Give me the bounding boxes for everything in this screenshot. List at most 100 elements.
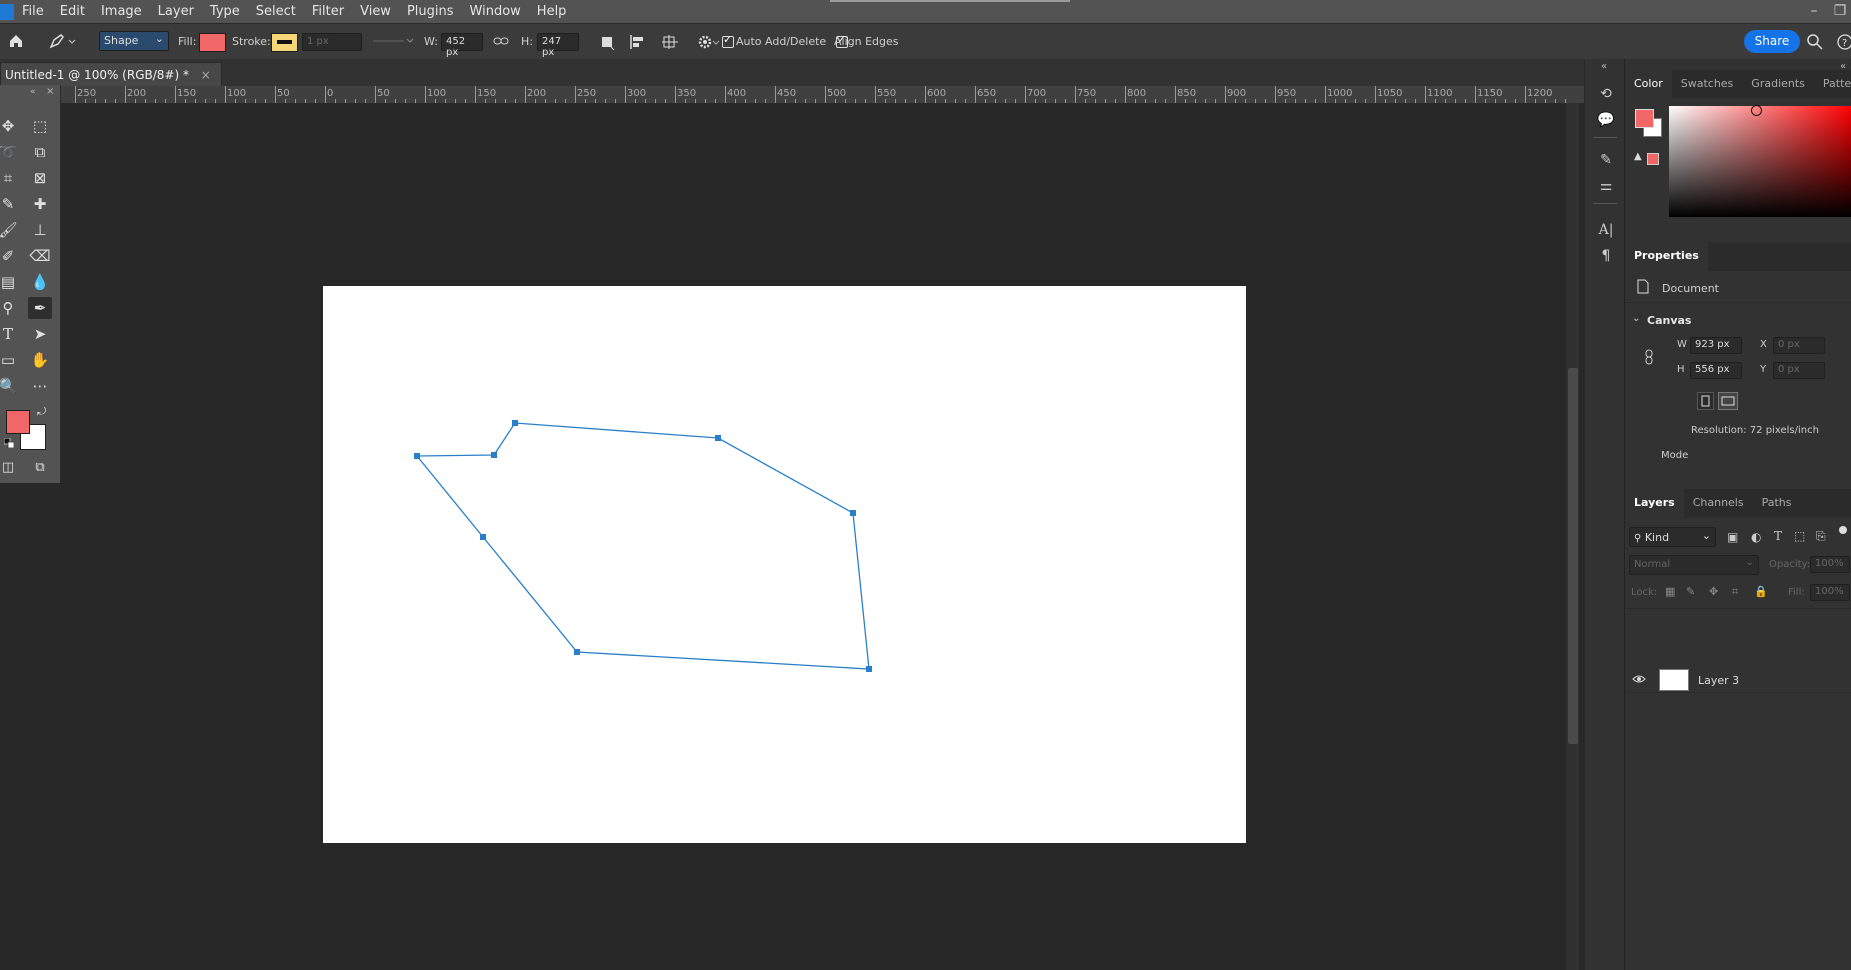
chevron-down-icon[interactable]: ⌄: [1632, 313, 1640, 324]
shape-height-field[interactable]: 247 px: [537, 33, 579, 58]
close-tab-icon[interactable]: ×: [201, 68, 211, 82]
canvas-x-field[interactable]: 0 px: [1773, 337, 1825, 354]
default-colors-icon[interactable]: [3, 437, 15, 449]
type-tool-icon[interactable]: T: [0, 323, 20, 345]
gradient-tool-icon[interactable]: ▤: [0, 271, 20, 293]
comments-panel-icon[interactable]: 💬: [1597, 111, 1615, 129]
pen-tool-preset-icon[interactable]: [48, 32, 78, 50]
menu-filter[interactable]: Filter: [304, 0, 352, 23]
gear-icon[interactable]: [697, 33, 721, 51]
search-icon[interactable]: [1806, 33, 1824, 51]
fill-swatch[interactable]: [199, 33, 226, 52]
menu-view[interactable]: View: [352, 0, 399, 23]
layer-name[interactable]: Layer 3: [1698, 674, 1739, 687]
stroke-swatch[interactable]: [271, 33, 298, 52]
home-icon[interactable]: [7, 32, 25, 50]
tool-mode-select[interactable]: Shape ⌄: [99, 31, 169, 51]
move-tool-icon[interactable]: ✥: [0, 115, 20, 137]
anchor-point[interactable]: [491, 452, 497, 458]
lock-all-icon[interactable]: 🔒: [1754, 585, 1768, 598]
work-path[interactable]: [415, 422, 870, 670]
eyedropper-tool-icon[interactable]: ✎: [0, 193, 20, 215]
collapse-toolbar-icon[interactable]: «: [30, 87, 42, 97]
anchor-point[interactable]: [480, 534, 486, 540]
history-brush-tool-icon[interactable]: ✐: [0, 245, 20, 267]
color-picker-field[interactable]: [1669, 105, 1851, 217]
lock-transparent-icon[interactable]: ▦: [1665, 585, 1675, 598]
lock-artboard-icon[interactable]: ⌗: [1732, 585, 1738, 599]
color-panel-foreground[interactable]: [1635, 109, 1654, 128]
tab-properties[interactable]: Properties: [1625, 242, 1708, 271]
menu-image[interactable]: Image: [93, 0, 150, 23]
zoom-tool-icon[interactable]: 🔍: [0, 375, 20, 397]
blur-tool-icon[interactable]: 💧: [28, 271, 52, 293]
object-selection-tool-icon[interactable]: ⧉: [28, 141, 52, 163]
anchor-point[interactable]: [715, 435, 721, 441]
menu-edit[interactable]: Edit: [52, 0, 93, 23]
anchor-point[interactable]: [414, 453, 420, 459]
help-icon[interactable]: ?: [1836, 33, 1851, 51]
landscape-orientation-icon[interactable]: [1718, 392, 1738, 410]
minimize-icon[interactable]: –: [1800, 0, 1828, 23]
anchor-point[interactable]: [512, 420, 518, 426]
history-panel-icon[interactable]: ⟲: [1597, 85, 1615, 103]
menu-plugins[interactable]: Plugins: [399, 0, 462, 23]
marquee-tool-icon[interactable]: ⬚: [28, 115, 52, 137]
tab-patterns[interactable]: Patterns: [1814, 70, 1851, 98]
opacity-field[interactable]: 100%: [1810, 556, 1850, 573]
shape-width-field[interactable]: 452 px: [441, 33, 483, 58]
hand-tool-icon[interactable]: ✋: [28, 349, 52, 371]
filter-shape-layers-icon[interactable]: ⬚: [1794, 529, 1805, 543]
screen-mode-icon[interactable]: ⧉: [28, 457, 52, 479]
color-picker-cursor[interactable]: [1751, 105, 1762, 116]
tab-channels[interactable]: Channels: [1684, 489, 1753, 518]
layer-row[interactable]: Layer 3: [1625, 668, 1851, 691]
lock-position-icon[interactable]: ✥: [1709, 585, 1718, 598]
menu-type[interactable]: Type: [202, 0, 248, 23]
share-button[interactable]: Share: [1744, 30, 1800, 53]
document-tab[interactable]: Untitled-1 @ 100% (RGB/8#) * ×: [0, 62, 222, 87]
brush-tool-icon[interactable]: 🖌: [0, 219, 20, 241]
menu-select[interactable]: Select: [248, 0, 304, 23]
dodge-tool-icon[interactable]: ⚲: [0, 297, 20, 319]
foreground-color-swatch[interactable]: [6, 410, 30, 434]
portrait-orientation-icon[interactable]: [1697, 392, 1714, 410]
close-toolbar-icon[interactable]: ×: [46, 86, 58, 97]
crop-tool-icon[interactable]: ⌗: [0, 167, 20, 189]
menu-help[interactable]: Help: [529, 0, 575, 23]
pen-path-overlay[interactable]: [323, 286, 1246, 843]
filter-type-layers-icon[interactable]: T: [1774, 529, 1782, 543]
tab-swatches[interactable]: Swatches: [1672, 70, 1743, 98]
adjustments-icon[interactable]: ⚌: [1597, 177, 1615, 195]
filter-toggle-icon[interactable]: [1839, 526, 1847, 534]
anchor-point[interactable]: [866, 666, 872, 672]
tab-gradients[interactable]: Gradients: [1742, 70, 1814, 98]
swap-colors-icon[interactable]: ⤾: [37, 405, 49, 418]
path-operations-icon[interactable]: [598, 33, 616, 51]
restore-icon[interactable]: ❐: [1826, 0, 1851, 23]
auto-add-delete-checkbox[interactable]: [722, 33, 734, 48]
lock-image-icon[interactable]: ✎: [1686, 585, 1695, 598]
eraser-tool-icon[interactable]: ⌫: [28, 245, 52, 267]
rectangle-tool-icon[interactable]: ▭: [0, 349, 20, 371]
layer-kind-filter[interactable]: ⚲ Kind ⌄: [1629, 527, 1716, 547]
more-tools-icon[interactable]: ⋯: [28, 375, 52, 397]
menu-file[interactable]: File: [14, 0, 52, 23]
link-dimensions-icon[interactable]: [1643, 349, 1655, 365]
menu-window[interactable]: Window: [462, 0, 529, 23]
document-canvas[interactable]: [323, 286, 1246, 843]
stroke-type-select[interactable]: [371, 33, 416, 50]
character-panel-icon[interactable]: A|: [1597, 221, 1615, 239]
out-of-gamut-warning-icon[interactable]: ▲: [1634, 151, 1646, 163]
filter-adjustment-layers-icon[interactable]: ◐: [1751, 530, 1761, 544]
scrollbar-thumb[interactable]: [1568, 368, 1578, 744]
anchor-point[interactable]: [574, 649, 580, 655]
menu-layer[interactable]: Layer: [150, 0, 202, 23]
tab-layers[interactable]: Layers: [1625, 489, 1684, 518]
healing-brush-tool-icon[interactable]: ✚: [28, 193, 52, 215]
tab-paths[interactable]: Paths: [1753, 489, 1801, 518]
brush-settings-icon[interactable]: ✎: [1597, 151, 1615, 169]
frame-tool-icon[interactable]: ⊠: [28, 167, 52, 189]
anchor-points[interactable]: [414, 420, 872, 672]
canvas-section-title[interactable]: Canvas: [1647, 314, 1691, 327]
